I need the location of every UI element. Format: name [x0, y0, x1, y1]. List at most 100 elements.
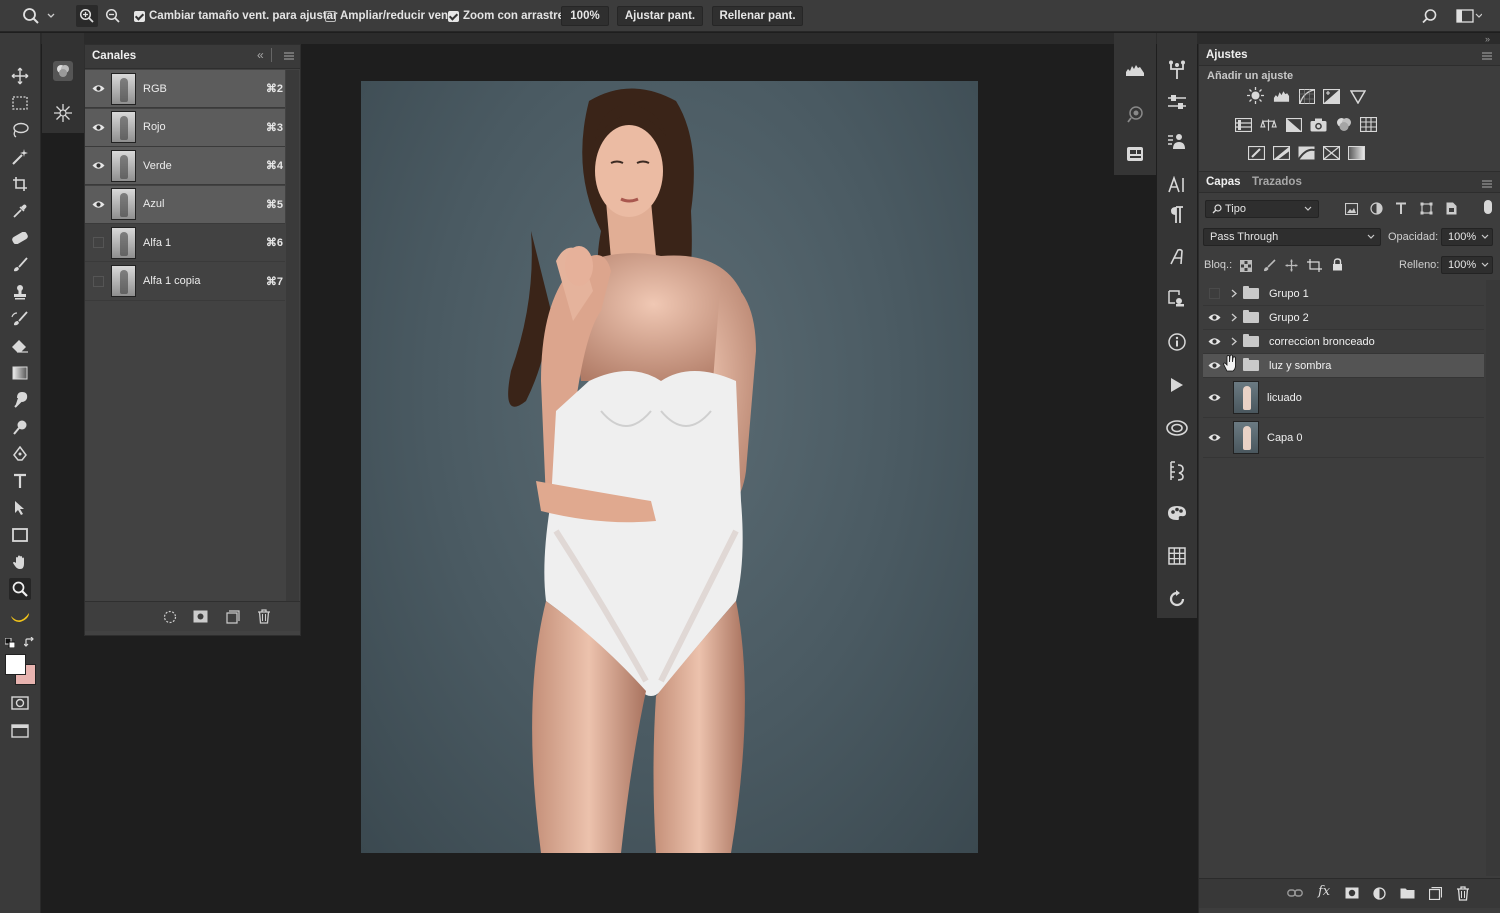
document-canvas[interactable]	[361, 81, 978, 853]
chevron-right-icon[interactable]	[1225, 337, 1243, 346]
history-icon[interactable]	[1168, 590, 1186, 608]
chevron-down-icon[interactable]	[1481, 262, 1489, 268]
selective-color-icon[interactable]	[1323, 145, 1340, 160]
zoom-out-icon[interactable]	[105, 0, 121, 32]
visibility-toggle-empty[interactable]	[86, 275, 110, 287]
zoom-value-field[interactable]: 100%	[561, 6, 609, 26]
eye-visibility-icon[interactable]	[1203, 313, 1225, 322]
channel-row[interactable]: RGB ⌘2	[85, 70, 285, 108]
zoom-in-icon[interactable]	[76, 5, 98, 27]
channels-tab[interactable]: Canales	[92, 50, 136, 62]
filter-adjustment-icon[interactable]	[1370, 202, 1383, 215]
eyedropper-tool-icon[interactable]	[9, 200, 31, 222]
brush-settings-icon[interactable]	[53, 103, 73, 123]
swap-colors-icon[interactable]	[24, 637, 35, 648]
threshold-icon[interactable]	[1298, 145, 1315, 160]
clone-source-icon[interactable]	[1167, 289, 1187, 309]
layer-group-row[interactable]: correccion bronceado	[1203, 330, 1484, 354]
color-lookup-icon[interactable]	[1360, 117, 1377, 132]
dodge-tool-icon[interactable]	[9, 416, 31, 438]
link-layers-icon[interactable]	[1287, 888, 1303, 898]
fill-screen-button[interactable]: Rellenar pant.	[712, 6, 803, 26]
tool-preset-chevron-icon[interactable]	[47, 0, 55, 32]
filter-pixel-icon[interactable]	[1345, 203, 1358, 215]
fit-screen-button[interactable]: Ajustar pant.	[617, 6, 703, 26]
panel-menu-icon[interactable]	[1482, 180, 1492, 188]
levels-icon[interactable]	[1273, 89, 1290, 104]
quick-mask-icon[interactable]	[9, 692, 31, 714]
eraser-tool-icon[interactable]	[9, 335, 31, 357]
lock-image-pixels-icon[interactable]	[1263, 259, 1276, 272]
eye-visibility-icon[interactable]	[1203, 393, 1225, 402]
character-styles-icon[interactable]	[1167, 133, 1187, 151]
resize-windows-checkbox[interactable]: Cambiar tamaño vent. para ajustar	[134, 0, 338, 32]
filter-smart-object-icon[interactable]	[1446, 202, 1457, 215]
panel-menu-icon[interactable]	[1482, 52, 1492, 60]
layer-style-fx-icon[interactable]: fx	[1318, 884, 1330, 899]
measurement-log-icon[interactable]	[1169, 461, 1185, 481]
glyphs-icon[interactable]	[1168, 248, 1186, 266]
gradient-tool-icon[interactable]	[9, 362, 31, 384]
lasso-tool-icon[interactable]	[9, 119, 31, 141]
delete-layer-icon[interactable]	[1457, 886, 1469, 901]
eye-visibility-icon[interactable]	[86, 200, 110, 209]
hue-saturation-icon[interactable]	[1235, 117, 1252, 132]
opacity-field[interactable]: 100%	[1441, 228, 1493, 246]
banana-icon[interactable]	[9, 606, 31, 628]
healing-brush-tool-icon[interactable]	[9, 227, 31, 249]
load-selection-icon[interactable]	[163, 610, 177, 624]
tab-paths[interactable]: Trazados	[1252, 176, 1302, 188]
character-panel-icon[interactable]	[1168, 176, 1186, 194]
actions-play-icon[interactable]	[1170, 377, 1184, 393]
layer-group-row[interactable]: Grupo 2	[1203, 306, 1484, 330]
workspace-icon[interactable]	[1456, 0, 1482, 32]
new-adjustment-layer-icon[interactable]	[1373, 887, 1386, 900]
layer-filter-dropdown[interactable]: Tipo	[1205, 200, 1319, 218]
adjustments-tab[interactable]: Ajustes	[1206, 49, 1248, 61]
black-white-icon[interactable]	[1285, 117, 1302, 132]
zoom-all-checkbox[interactable]: Ampliar/reducir vent.	[325, 0, 455, 32]
chevron-right-icon[interactable]	[1225, 289, 1243, 298]
photo-filter-icon[interactable]	[1310, 117, 1327, 132]
channel-mixer-icon[interactable]	[1335, 117, 1352, 132]
lock-all-icon[interactable]	[1332, 258, 1343, 271]
paragraph-icon[interactable]	[1170, 206, 1184, 224]
info-icon[interactable]	[1168, 333, 1186, 351]
expand-panels-icon[interactable]: »	[1485, 34, 1490, 44]
eye-visibility-icon[interactable]	[1203, 337, 1225, 346]
channels-scrollbar[interactable]	[286, 70, 299, 630]
gradient-map-icon[interactable]	[1348, 145, 1365, 160]
magic-wand-tool-icon[interactable]	[9, 146, 31, 168]
search-icon[interactable]	[1421, 0, 1438, 32]
brush-tool-icon[interactable]	[9, 254, 31, 276]
history-brush-tool-icon[interactable]	[9, 308, 31, 330]
rectangle-tool-icon[interactable]	[9, 524, 31, 546]
histogram-icon[interactable]	[1125, 63, 1145, 77]
channel-row[interactable]: Azul ⌘5	[85, 185, 285, 224]
tool-presets-icon[interactable]	[1168, 60, 1186, 80]
scrubby-zoom-checkbox[interactable]: Zoom con arrastre	[448, 0, 564, 32]
save-selection-icon[interactable]	[193, 610, 208, 623]
screen-mode-icon[interactable]	[9, 720, 31, 742]
zoom-tool-icon[interactable]	[9, 578, 31, 600]
filter-toggle-switch[interactable]	[1484, 200, 1492, 214]
filter-shape-icon[interactable]	[1420, 202, 1433, 215]
visibility-toggle-empty[interactable]	[86, 237, 110, 248]
adjustment-sliders-icon[interactable]	[1167, 94, 1187, 110]
posterize-icon[interactable]	[1273, 145, 1290, 160]
channels-panel-icon[interactable]	[53, 61, 73, 81]
eye-visibility-icon[interactable]	[86, 123, 110, 132]
blend-mode-dropdown[interactable]: Pass Through	[1203, 228, 1381, 246]
navigator-icon[interactable]	[1126, 105, 1144, 123]
panel-menu-icon[interactable]	[284, 52, 294, 60]
fill-field[interactable]: 100%	[1441, 256, 1493, 274]
new-layer-icon[interactable]	[1429, 887, 1442, 900]
properties-icon[interactable]	[1126, 146, 1144, 162]
pen-tool-icon[interactable]	[9, 443, 31, 465]
layer-group-row[interactable]: luz y sombra	[1203, 354, 1484, 378]
zoom-tool-icon[interactable]	[22, 0, 40, 32]
type-tool-icon[interactable]	[9, 470, 31, 492]
invert-icon[interactable]	[1248, 145, 1265, 160]
channel-row[interactable]: Alfa 1 copia ⌘7	[85, 263, 285, 301]
layer-row[interactable]: Capa 0	[1203, 418, 1484, 458]
